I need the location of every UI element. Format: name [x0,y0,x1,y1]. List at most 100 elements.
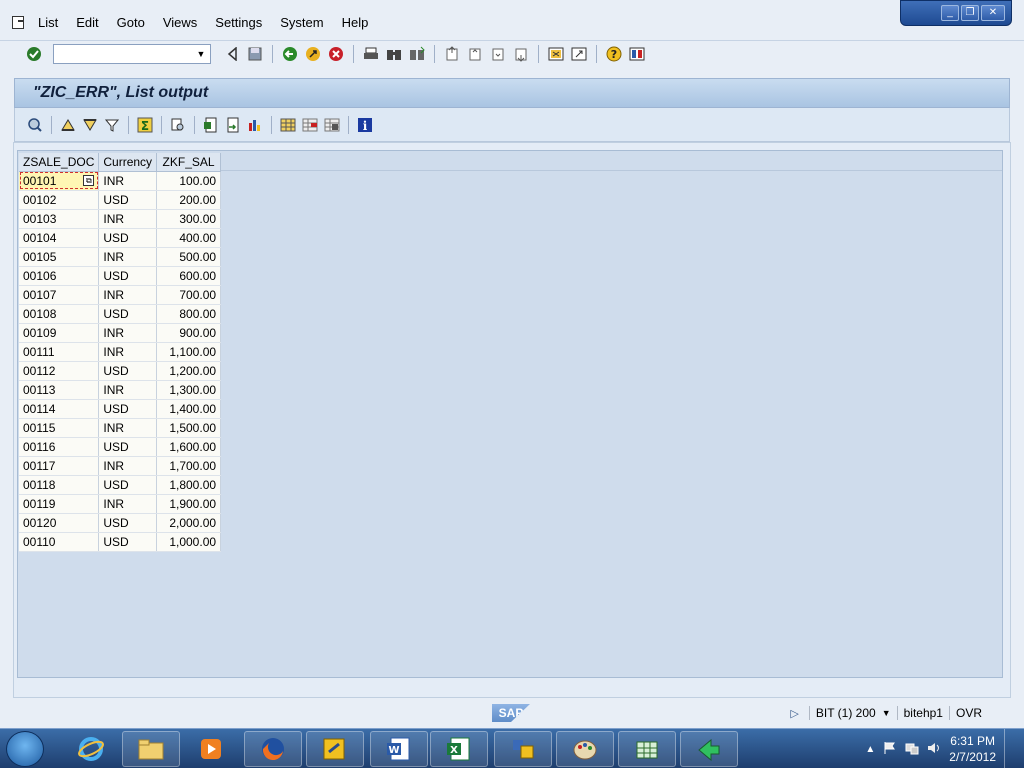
filter-icon[interactable] [102,115,122,135]
table-row[interactable]: 00102 USD 200.00 [19,190,222,210]
info-icon[interactable]: i [355,115,375,135]
table-row[interactable]: 00106 USD 600.00 [19,266,222,286]
cell-zkf-sal[interactable]: 300.00 [156,209,222,229]
cell-zsale-doc[interactable]: 00111 [19,342,100,362]
cell-currency[interactable]: INR [98,494,158,514]
cell-currency[interactable]: INR [98,209,158,229]
cell-zkf-sal[interactable]: 500.00 [156,247,222,267]
table-row[interactable]: 00115 INR 1,500.00 [19,418,222,438]
save-icon[interactable] [245,44,265,64]
column-header-zkf-sal[interactable]: ZKF_SAL [156,153,222,172]
paint-icon[interactable] [556,731,614,767]
cell-currency[interactable]: USD [98,532,158,552]
cell-zsale-doc[interactable]: 00105 [19,247,100,267]
graphic-icon[interactable] [245,115,265,135]
change-layout-icon[interactable] [278,115,298,135]
cell-zsale-doc[interactable]: 00101 ⧉ [19,171,100,191]
table-row[interactable]: 00119 INR 1,900.00 [19,494,222,514]
expand-status-icon[interactable]: ▷ [790,707,798,720]
cell-zsale-doc[interactable]: 00102 [19,190,100,210]
cell-zsale-doc[interactable]: 00117 [19,456,100,476]
show-desktop-button[interactable] [1004,729,1014,768]
file-explorer-icon[interactable] [122,731,180,767]
system-menu-icon[interactable] [10,14,28,30]
cell-zsale-doc[interactable]: 00104 [19,228,100,248]
cell-currency[interactable]: INR [98,323,158,343]
chevron-down-icon[interactable]: ▼ [194,47,208,61]
cell-zkf-sal[interactable]: 800.00 [156,304,222,324]
word-icon[interactable]: W [370,731,428,767]
cell-currency[interactable]: USD [98,190,158,210]
sap-gui-icon[interactable] [494,731,552,767]
choose-layout-icon[interactable] [300,115,320,135]
menu-goto[interactable]: Goto [117,15,145,30]
table-row[interactable]: 00104 USD 400.00 [19,228,222,248]
cell-currency[interactable]: INR [98,247,158,267]
print-preview-icon[interactable] [168,115,188,135]
restore-button[interactable]: ❐ [961,5,979,21]
cell-currency[interactable]: INR [98,171,158,191]
excel-icon[interactable]: X [430,731,488,767]
close-window-button[interactable]: ✕ [981,5,1005,21]
new-session-icon[interactable] [546,44,566,64]
cell-zsale-doc[interactable]: 00116 [19,437,100,457]
firefox-icon[interactable] [244,731,302,767]
cell-zsale-doc[interactable]: 00114 [19,399,100,419]
cell-zsale-doc[interactable]: 00119 [19,494,100,514]
cell-currency[interactable]: USD [98,266,158,286]
save-layout-icon[interactable] [322,115,342,135]
clock[interactable]: 6:31 PM 2/7/2012 [949,733,996,765]
cell-zsale-doc[interactable]: 00107 [19,285,100,305]
command-field[interactable]: ▼ [53,43,211,64]
find-next-icon[interactable] [407,44,427,64]
table-row[interactable]: 00118 USD 1,800.00 [19,475,222,495]
cell-zkf-sal[interactable]: 1,400.00 [156,399,222,419]
cell-zkf-sal[interactable]: 200.00 [156,190,222,210]
network-icon[interactable] [905,741,919,758]
arrow-app-icon[interactable] [680,731,738,767]
sort-ascending-icon[interactable] [58,115,78,135]
table-row[interactable]: 00105 INR 500.00 [19,247,222,267]
cell-zsale-doc[interactable]: 00108 [19,304,100,324]
cell-zkf-sal[interactable]: 1,800.00 [156,475,222,495]
cell-zkf-sal[interactable]: 1,000.00 [156,532,222,552]
cell-zsale-doc[interactable]: 00106 [19,266,100,286]
cell-zsale-doc[interactable]: 00120 [19,513,100,533]
cell-currency[interactable]: USD [98,513,158,533]
cell-zkf-sal[interactable]: 400.00 [156,228,222,248]
first-page-icon[interactable] [442,44,462,64]
cell-zsale-doc[interactable]: 00103 [19,209,100,229]
find-icon[interactable] [384,44,404,64]
cell-zkf-sal[interactable]: 1,500.00 [156,418,222,438]
table-row[interactable]: 00114 USD 1,400.00 [19,399,222,419]
cell-currency[interactable]: USD [98,399,158,419]
cell-zsale-doc[interactable]: 00112 [19,361,100,381]
cell-zkf-sal[interactable]: 2,000.00 [156,513,222,533]
media-player-icon[interactable] [182,731,240,767]
exit-icon[interactable] [303,44,323,64]
menu-list[interactable]: List [38,15,58,30]
insert-mode[interactable]: OVR [948,706,988,720]
menu-settings[interactable]: Settings [215,15,262,30]
shortcut-icon[interactable] [569,44,589,64]
cell-zsale-doc[interactable]: 00113 [19,380,100,400]
volume-icon[interactable] [927,741,941,758]
cell-zsale-doc[interactable]: 00110 [19,532,100,552]
cell-currency[interactable]: USD [98,228,158,248]
cell-currency[interactable]: INR [98,418,158,438]
help-icon[interactable]: ? [604,44,624,64]
table-row[interactable]: 00113 INR 1,300.00 [19,380,222,400]
cell-zkf-sal[interactable]: 1,600.00 [156,437,222,457]
cell-zkf-sal[interactable]: 700.00 [156,285,222,305]
customize-layout-icon[interactable] [627,44,647,64]
flag-icon[interactable] [883,741,897,758]
column-header-zsale-doc[interactable]: ZSALE_DOC [19,153,100,172]
show-hidden-icons-icon[interactable]: ▲ [865,744,875,755]
cell-zkf-sal[interactable]: 1,100.00 [156,342,222,362]
cell-zkf-sal[interactable]: 1,900.00 [156,494,222,514]
spreadsheet-icon[interactable] [618,731,676,767]
column-header-currency[interactable]: Currency [98,153,158,172]
menu-views[interactable]: Views [163,15,197,30]
enter-icon[interactable] [24,44,44,64]
table-row[interactable]: 00103 INR 300.00 [19,209,222,229]
